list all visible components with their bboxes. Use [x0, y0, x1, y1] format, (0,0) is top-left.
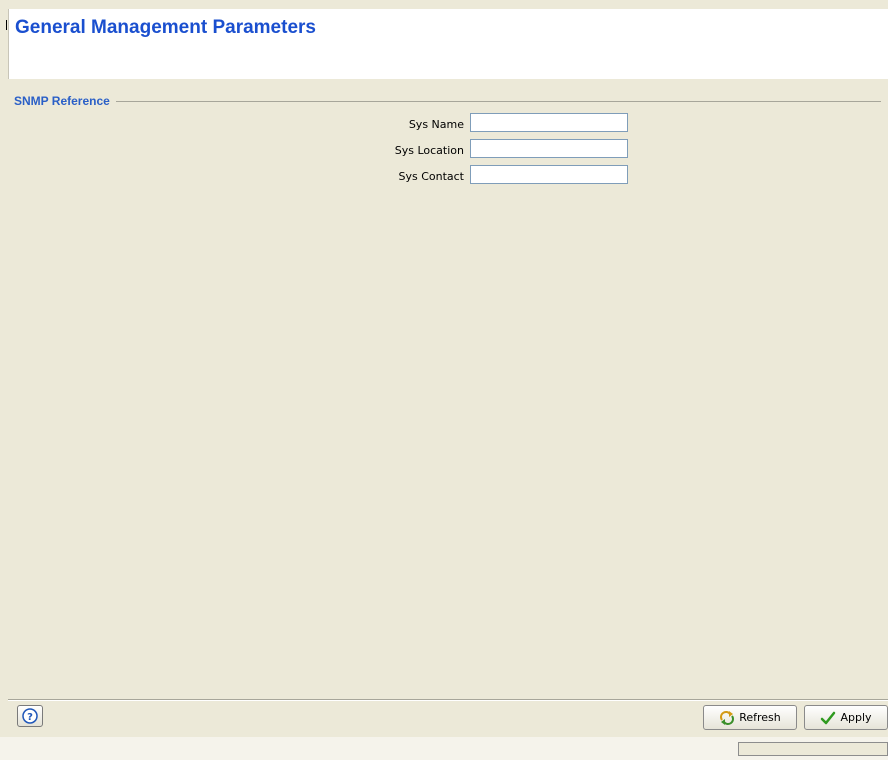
section-divider: [14, 101, 881, 102]
sys-location-label: Sys Location: [394, 144, 464, 157]
sys-name-input[interactable]: [470, 113, 628, 132]
page-title: General Management Parameters: [15, 17, 316, 38]
apply-label: Apply: [840, 711, 872, 724]
checkmark-icon: [821, 711, 836, 724]
apply-button[interactable]: Apply: [804, 705, 888, 730]
sys-name-label: Sys Name: [408, 118, 464, 131]
header-panel: General Management Parameters: [8, 9, 888, 79]
footer-divider-highlight: [8, 700, 888, 701]
help-icon: ?: [22, 708, 38, 724]
window-edge-marker: [6, 20, 7, 30]
status-field: [738, 742, 888, 756]
refresh-label: Refresh: [739, 711, 781, 724]
refresh-icon: [720, 710, 735, 725]
sys-location-input[interactable]: [470, 139, 628, 158]
refresh-button[interactable]: Refresh: [703, 705, 797, 730]
sys-contact-input[interactable]: [470, 165, 628, 184]
svg-text:?: ?: [27, 712, 33, 723]
section-legend: SNMP Reference: [14, 94, 116, 108]
help-button[interactable]: ?: [17, 705, 43, 727]
top-strip: [0, 0, 888, 9]
sys-contact-label: Sys Contact: [398, 170, 464, 183]
